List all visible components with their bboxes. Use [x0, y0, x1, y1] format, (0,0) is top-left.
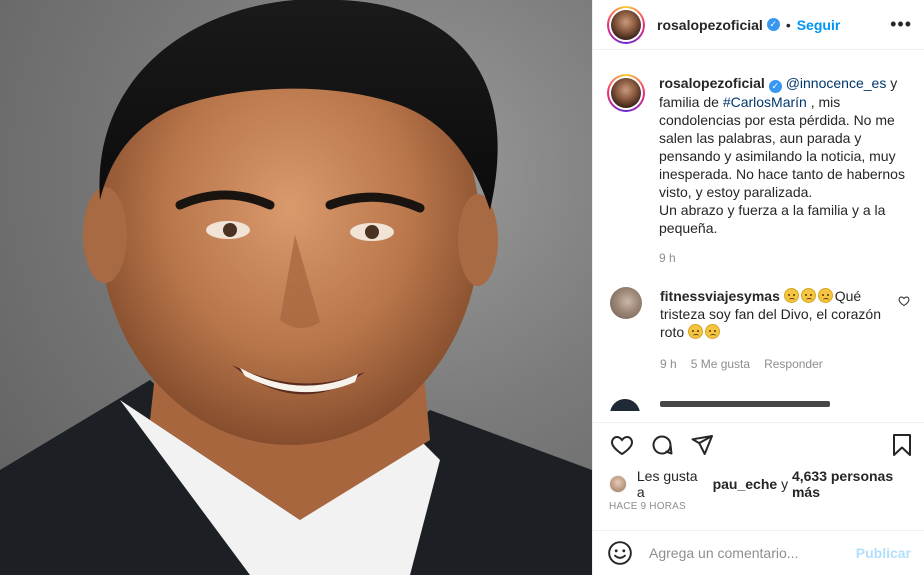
- reply-button[interactable]: Responder: [764, 355, 823, 373]
- post-caption: rosalopezoficial ✓ @innocence_es y famili…: [607, 74, 910, 237]
- post-image[interactable]: [0, 0, 592, 575]
- next-comment-peek: [607, 398, 910, 411]
- commenter-username[interactable]: fitnessviajesymas: [660, 288, 780, 304]
- next-comment-text-clipped: [660, 400, 830, 407]
- caption-avatar[interactable]: [607, 74, 645, 112]
- verified-badge-icon: ✓: [768, 79, 782, 93]
- verified-badge-icon: ✓: [766, 18, 780, 31]
- caption-username[interactable]: rosalopezoficial: [659, 75, 765, 91]
- separator-dot: •: [785, 16, 791, 33]
- caption-hashtag[interactable]: #CarlosMarín: [723, 94, 807, 110]
- likes-summary[interactable]: Les gusta a pau_eche y 4,633 personas má…: [609, 468, 924, 500]
- sad-face-icon: [817, 287, 833, 303]
- bookmark-icon[interactable]: [889, 432, 915, 458]
- caption-mention[interactable]: @innocence_es: [786, 75, 887, 91]
- post-side-panel: rosalopezoficial ✓ • Seguir ••• rosalope…: [592, 0, 924, 575]
- post-header: rosalopezoficial ✓ • Seguir •••: [593, 0, 924, 50]
- likes-count[interactable]: 4,633 personas más: [792, 468, 924, 500]
- next-commenter-avatar: [610, 398, 640, 411]
- comment-time[interactable]: 9 h: [660, 355, 677, 373]
- commenter-avatar[interactable]: [610, 286, 642, 319]
- liker-avatar[interactable]: [609, 475, 627, 493]
- share-paper-plane-icon[interactable]: [689, 432, 715, 458]
- author-avatar[interactable]: [607, 5, 645, 44]
- comment-composer: Publicar: [593, 530, 924, 575]
- comments-section[interactable]: rosalopezoficial ✓ @innocence_es y famili…: [593, 50, 924, 420]
- sad-face-icon: [783, 287, 799, 303]
- caption-text-3: Un abrazo y fuerza a la familia y a la p…: [659, 201, 886, 236]
- caption-text: rosalopezoficial ✓ @innocence_es y famili…: [659, 74, 910, 237]
- portrait-illustration: [0, 0, 592, 575]
- likes-user[interactable]: pau_eche: [713, 476, 778, 492]
- like-heart-icon[interactable]: [609, 432, 635, 458]
- publish-button[interactable]: Publicar: [856, 545, 911, 561]
- follow-button[interactable]: Seguir: [797, 17, 841, 33]
- more-horizontal-icon[interactable]: •••: [890, 15, 912, 33]
- likes-prefix: Les gusta a: [636, 468, 698, 500]
- comment-item: fitnessviajesymas Qué tristeza soy fan d…: [607, 286, 910, 373]
- likes-connector: y: [781, 476, 789, 492]
- caption-timestamp[interactable]: 9 h: [659, 251, 910, 265]
- emoji-picker-icon[interactable]: [607, 540, 633, 566]
- post-age[interactable]: HACE 9 HORAS: [609, 501, 686, 512]
- sad-face-icon: [705, 323, 721, 339]
- sad-face-icon: [800, 287, 816, 303]
- comment-likes[interactable]: 5 Me gusta: [691, 355, 750, 373]
- comment-bubble-icon[interactable]: [649, 432, 675, 458]
- comment-meta: 9 h 5 Me gusta Responder: [660, 355, 900, 373]
- sad-face-icon: [688, 323, 704, 339]
- like-comment-heart-icon[interactable]: [898, 295, 910, 307]
- comment-input[interactable]: [649, 545, 856, 561]
- comment-text-block: fitnessviajesymas Qué tristeza soy fan d…: [660, 287, 900, 341]
- post-actions: [593, 422, 924, 460]
- author-username[interactable]: rosalopezoficial: [657, 17, 763, 33]
